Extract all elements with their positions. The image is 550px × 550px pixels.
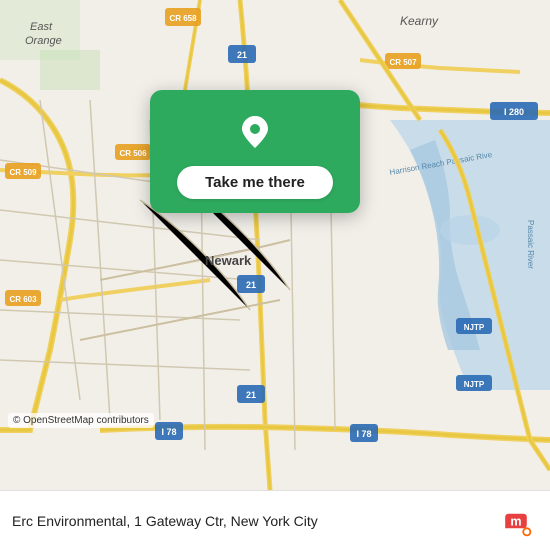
bottom-info-bar: Erc Environmental, 1 Gateway Ctr, New Yo… <box>0 490 550 550</box>
location-pin-icon <box>233 110 277 154</box>
svg-text:21: 21 <box>237 50 247 60</box>
svg-text:East: East <box>30 21 53 33</box>
moovit-logo: m <box>498 503 534 539</box>
svg-text:CR 658: CR 658 <box>169 14 197 23</box>
svg-text:Orange: Orange <box>25 35 62 47</box>
svg-text:m: m <box>510 514 521 528</box>
svg-text:21: 21 <box>246 390 256 400</box>
navigation-popup: Take me there <box>150 90 360 213</box>
svg-text:I 78: I 78 <box>356 429 371 439</box>
svg-text:NJTP: NJTP <box>464 380 485 389</box>
take-me-there-button[interactable]: Take me there <box>177 166 333 199</box>
svg-text:Passaic River: Passaic River <box>526 220 535 269</box>
svg-text:CR 506: CR 506 <box>119 149 147 158</box>
map-view: 21 21 21 I 280 I 78 I 78 CR 658 CR 506 C… <box>0 0 550 490</box>
svg-text:CR 509: CR 509 <box>9 168 37 177</box>
moovit-logo-icon: m <box>498 503 534 539</box>
osm-attribution: © OpenStreetMap contributors <box>8 413 154 428</box>
svg-text:Kearny: Kearny <box>400 14 439 28</box>
svg-text:Newark: Newark <box>205 253 252 268</box>
svg-text:I 280: I 280 <box>504 107 524 117</box>
svg-text:21: 21 <box>246 280 256 290</box>
svg-text:CR 603: CR 603 <box>9 295 37 304</box>
svg-text:NJTP: NJTP <box>464 323 485 332</box>
location-address: Erc Environmental, 1 Gateway Ctr, New Yo… <box>12 513 498 529</box>
svg-text:CR 507: CR 507 <box>389 58 417 67</box>
map-pin-icon-wrap <box>231 108 279 156</box>
svg-text:I 78: I 78 <box>161 427 176 437</box>
